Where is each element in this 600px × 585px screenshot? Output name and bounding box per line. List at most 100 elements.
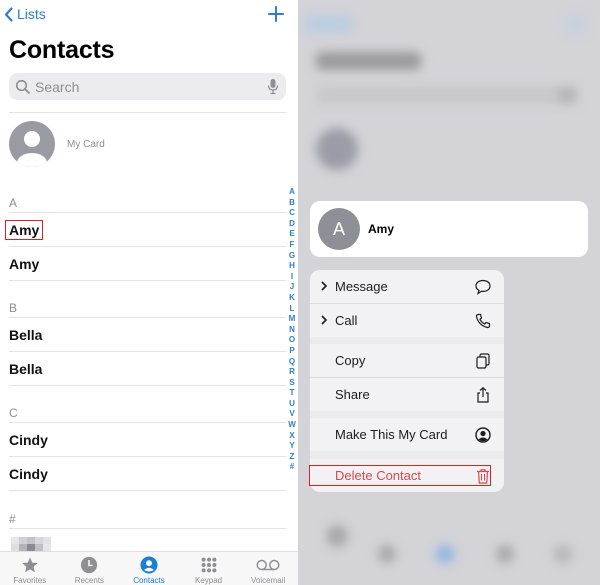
index-letter[interactable]: # (290, 462, 294, 473)
pixelated-contact-name[interactable] (11, 537, 51, 551)
context-menu-screen: A Amy Message Call Copy Share Make This … (298, 0, 600, 585)
index-letter[interactable]: X (289, 431, 294, 442)
contact-name: Cindy (9, 465, 48, 482)
index-letter[interactable]: M (289, 314, 296, 325)
index-letter[interactable]: Z (290, 452, 295, 463)
index-letter[interactable]: E (289, 229, 294, 240)
chevron-right-icon (321, 315, 328, 325)
person-circle-icon (140, 556, 158, 574)
divider (9, 385, 286, 386)
clock-icon (81, 556, 98, 574)
my-card-label: My Card (67, 138, 105, 150)
index-letter[interactable]: H (289, 261, 295, 272)
contact-row[interactable]: Bella (9, 352, 286, 385)
delete-highlight-box (309, 465, 491, 486)
contact-row[interactable]: Cindy (9, 423, 286, 456)
person-circle-icon (475, 427, 491, 443)
tab-favorites[interactable]: Favorites (1, 552, 59, 585)
index-letter[interactable]: O (289, 335, 295, 346)
menu-item-label: Call (335, 313, 358, 328)
contact-row[interactable]: Amy (5, 213, 286, 246)
contact-name: Cindy (9, 431, 48, 448)
menu-item-copy[interactable]: Copy (310, 344, 504, 377)
index-letter[interactable]: F (290, 240, 295, 251)
contact-name: Bella (9, 360, 43, 377)
menu-item-share[interactable]: Share (310, 378, 504, 411)
index-letter[interactable]: G (289, 251, 295, 262)
context-menu: Message Call Copy Share Make This My Car… (310, 270, 504, 492)
index-letter[interactable]: N (289, 325, 295, 336)
divider (9, 280, 286, 281)
section-header: C (9, 406, 18, 420)
index-letter[interactable]: A (289, 187, 295, 198)
avatar-placeholder-icon (9, 121, 55, 167)
tab-label: Keypad (195, 576, 223, 585)
contact-name: Bella (9, 326, 43, 343)
tab-recents[interactable]: Recents (60, 552, 118, 585)
contacts-list-screen: Lists Contacts My Card A Amy Amy B Bella… (0, 0, 298, 585)
menu-item-make-my-card[interactable]: Make This My Card (310, 418, 504, 451)
tab-bar: Favorites Recents Contacts Keypad Voicem… (0, 551, 298, 585)
keypad-icon (201, 557, 216, 573)
chevron-right-icon (321, 281, 328, 291)
menu-item-call[interactable]: Call (310, 304, 504, 337)
contact-row[interactable]: Bella (9, 318, 286, 351)
tab-label: Recents (74, 576, 105, 585)
index-letter[interactable]: U (289, 399, 295, 410)
contact-row[interactable]: Amy (9, 247, 286, 280)
contact-name: Amy (9, 255, 40, 272)
highlighted-contact-name: Amy (5, 219, 44, 240)
contact-preview-card[interactable]: A Amy (310, 201, 588, 257)
voicemail-icon (256, 559, 280, 571)
index-letter[interactable]: V (289, 409, 294, 420)
contact-name: Amy (368, 222, 395, 236)
copy-icon (476, 353, 490, 369)
menu-item-label: Message (335, 279, 388, 294)
index-letter[interactable]: P (289, 346, 294, 357)
chevron-left-icon (4, 6, 13, 22)
index-letter[interactable]: R (289, 367, 295, 378)
divider (9, 528, 286, 529)
tab-label: Contacts (133, 576, 165, 585)
search-input[interactable] (35, 78, 255, 95)
index-letter[interactable]: W (288, 420, 296, 431)
my-card[interactable]: My Card (9, 120, 286, 168)
index-letter[interactable]: D (289, 219, 295, 230)
menu-item-label: Copy (335, 353, 366, 368)
index-letter[interactable]: J (290, 282, 294, 293)
alphabet-index[interactable]: A B C D E F G H I J K L M N O P Q R S T U V W X Y Z # (287, 187, 297, 473)
index-letter[interactable]: B (289, 198, 295, 209)
contact-avatar: A (318, 208, 360, 250)
section-header: # (9, 512, 16, 526)
index-letter[interactable]: Q (289, 357, 295, 368)
navigation-bar: Lists (0, 4, 298, 26)
tab-voicemail[interactable]: Voicemail (239, 552, 297, 585)
plus-icon[interactable] (266, 4, 286, 24)
menu-item-label: Make This My Card (335, 427, 448, 442)
index-letter[interactable]: S (289, 378, 294, 389)
search-bar[interactable] (9, 73, 286, 100)
search-icon (15, 79, 30, 94)
tab-keypad[interactable]: Keypad (180, 552, 238, 585)
index-letter[interactable]: L (290, 304, 295, 315)
index-letter[interactable]: Y (289, 441, 294, 452)
index-letter[interactable]: T (290, 388, 295, 399)
section-header: A (9, 196, 18, 210)
back-label: Lists (17, 6, 46, 22)
index-letter[interactable]: K (289, 293, 295, 304)
tab-contacts[interactable]: Contacts (120, 552, 178, 585)
section-header: B (9, 301, 18, 315)
page-title: Contacts (9, 36, 115, 64)
index-letter[interactable]: C (289, 208, 295, 219)
tab-label: Favorites (13, 576, 47, 585)
microphone-icon[interactable] (267, 78, 279, 95)
phone-icon (475, 313, 491, 329)
menu-item-message[interactable]: Message (310, 270, 504, 303)
back-button[interactable]: Lists (4, 6, 46, 22)
tab-label: Voicemail (251, 576, 286, 585)
contact-row[interactable]: Cindy (9, 457, 286, 490)
index-letter[interactable]: I (291, 272, 293, 283)
share-icon (477, 386, 489, 403)
message-bubble-icon (475, 279, 491, 295)
menu-item-label: Share (335, 387, 370, 402)
